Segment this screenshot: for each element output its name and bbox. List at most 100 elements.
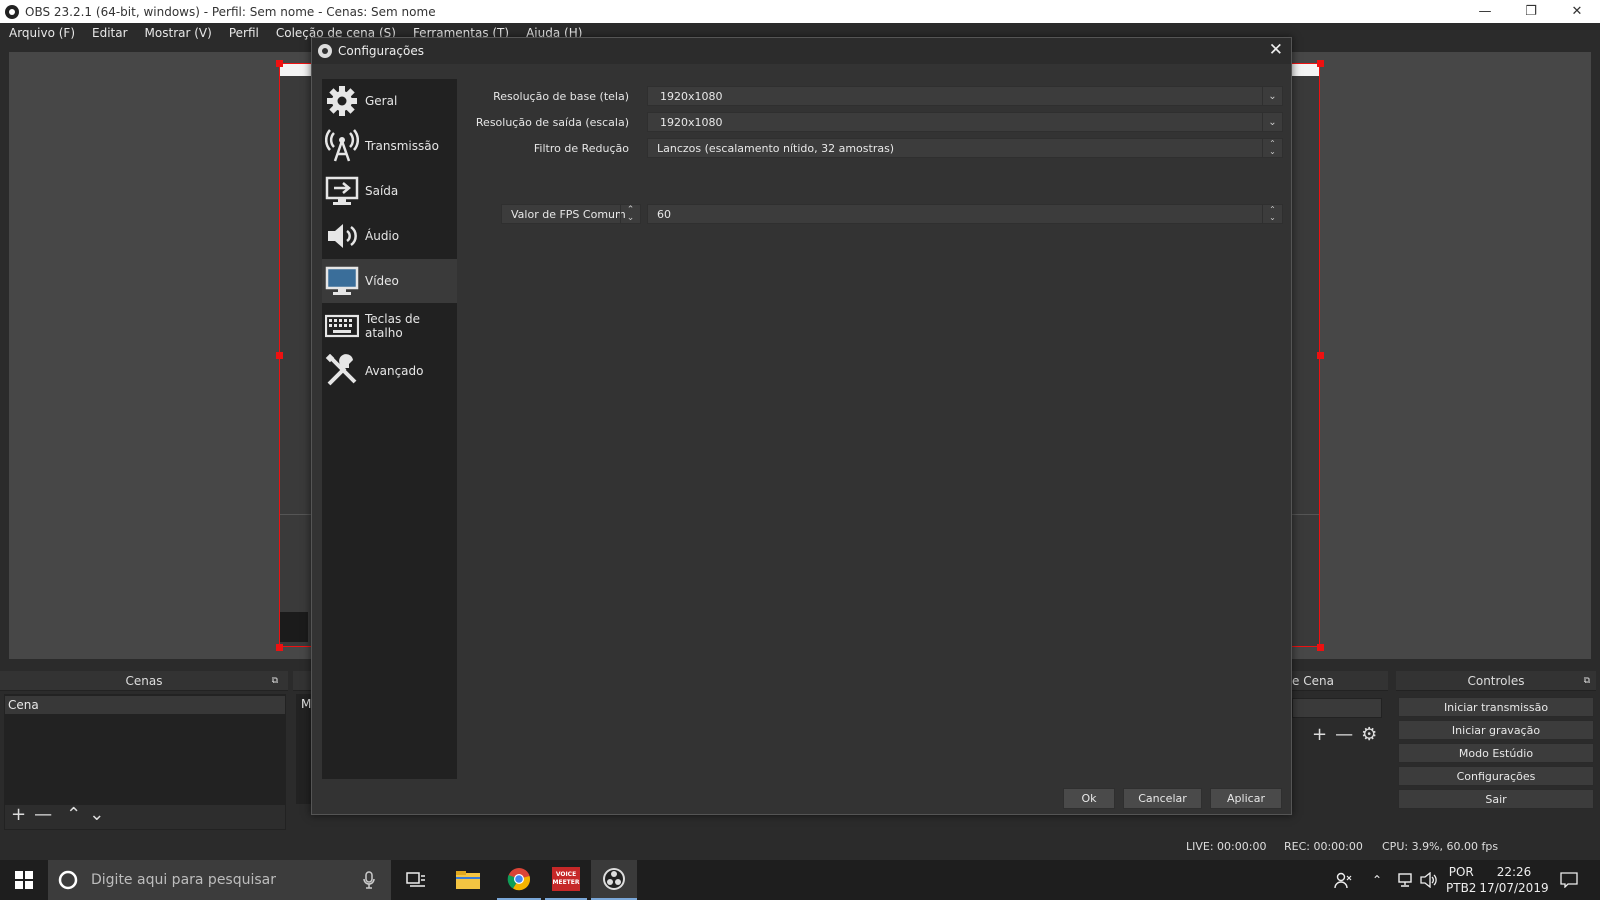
scene-item[interactable]: Cena: [5, 696, 285, 714]
close-button[interactable]: ✕: [1554, 0, 1600, 23]
nav-item-stream[interactable]: Transmissão: [322, 124, 457, 168]
start-button[interactable]: [0, 860, 48, 900]
dock-float-icon[interactable]: ⧉: [272, 676, 278, 686]
nav-item-advanced[interactable]: Avançado: [322, 349, 457, 393]
voicemeeter-icon[interactable]: VOICE MEETER: [545, 860, 587, 900]
exit-button[interactable]: Sair: [1398, 789, 1594, 809]
network-icon[interactable]: [1396, 860, 1414, 900]
search-placeholder: Digite aqui para pesquisar: [91, 872, 277, 888]
fps-type-select[interactable]: Valor de FPS Comum ⌃ ⌄: [501, 204, 641, 224]
gear-icon[interactable]: ⚙: [1361, 724, 1377, 745]
dock-float-icon[interactable]: ⧉: [1584, 676, 1590, 686]
dialog-title-bar: Configurações ✕: [312, 38, 1291, 64]
keyboard-icon: [325, 314, 359, 338]
downscale-filter-value: Lanczos (escalamento nítido, 32 amostras…: [657, 141, 895, 155]
notification-icon[interactable]: [1560, 860, 1578, 900]
people-icon[interactable]: [1334, 860, 1352, 900]
ok-button[interactable]: Ok: [1063, 788, 1115, 809]
add-scene-icon[interactable]: +: [11, 804, 26, 825]
nav-label: Transmissão: [365, 139, 439, 153]
base-resolution-select[interactable]: 1920x1080 ⌄: [647, 86, 1283, 106]
resize-handle-ml[interactable]: [276, 352, 283, 359]
base-resolution-value: 1920x1080: [660, 89, 723, 103]
nav-item-audio[interactable]: Áudio: [322, 214, 457, 258]
minimize-button[interactable]: —: [1462, 0, 1508, 23]
menu-file[interactable]: Arquivo (F): [9, 26, 75, 40]
remove-scene-icon[interactable]: —: [34, 804, 52, 825]
nav-label: Teclas de atalho: [365, 312, 421, 340]
language-indicator[interactable]: POR PTB2: [1446, 860, 1476, 900]
file-explorer-icon[interactable]: [448, 860, 488, 900]
updown-chevron-icon[interactable]: ⌃ ⌄: [620, 205, 640, 223]
transition-toolbar-icons: + — ⚙: [1312, 724, 1377, 745]
start-streaming-button[interactable]: Iniciar transmissão: [1398, 697, 1594, 717]
chevron-down-icon[interactable]: ⌄: [1262, 87, 1282, 105]
windows-logo-icon: [15, 871, 33, 889]
downscale-filter-select[interactable]: Lanczos (escalamento nítido, 32 amostras…: [647, 138, 1283, 158]
resize-handle-tl[interactable]: [276, 60, 283, 67]
studio-mode-button[interactable]: Modo Estúdio: [1398, 743, 1594, 763]
broadcast-antenna-icon: [325, 129, 359, 162]
remove-transition-icon[interactable]: —: [1335, 724, 1353, 745]
clock[interactable]: 22:26 17/07/2019: [1479, 860, 1548, 900]
resize-handle-br[interactable]: [1317, 644, 1324, 651]
add-transition-icon[interactable]: +: [1312, 724, 1327, 745]
chevron-down-icon[interactable]: ⌄: [1262, 113, 1282, 131]
chevron-up-icon[interactable]: ⌃: [1372, 860, 1382, 900]
resize-handle-bl[interactable]: [276, 644, 283, 651]
move-down-icon[interactable]: ⌄: [89, 804, 104, 825]
dialog-close-button[interactable]: ✕: [1269, 40, 1283, 60]
nested-start-icon: [280, 612, 308, 642]
transitions-dock-title: e Cena: [1290, 671, 1388, 691]
nav-label: Avançado: [365, 364, 424, 378]
nav-item-general[interactable]: Geral: [322, 79, 457, 123]
volume-icon[interactable]: [1420, 860, 1438, 900]
nav-item-video[interactable]: Vídeo: [322, 259, 457, 303]
settings-nav: Geral Transmissão Saída Áudio Vídeo Tecl…: [322, 79, 457, 779]
source-item[interactable]: M: [301, 697, 311, 711]
menu-edit[interactable]: Editar: [92, 26, 128, 40]
nav-label: Vídeo: [365, 274, 399, 288]
updown-chevron-icon[interactable]: ⌃ ⌄: [1262, 139, 1282, 157]
microphone-icon[interactable]: [363, 871, 375, 889]
output-resolution-label: Resolução de saída (escala): [475, 115, 629, 129]
menu-view[interactable]: Mostrar (V): [145, 26, 212, 40]
nav-item-hotkeys[interactable]: Teclas de atalho: [322, 304, 457, 348]
base-resolution-label: Resolução de base (tela): [493, 89, 629, 103]
nav-item-output[interactable]: Saída: [322, 169, 457, 213]
rec-status: REC: 00:00:00: [1284, 840, 1363, 853]
fps-value: 60: [657, 207, 671, 221]
menu-profile[interactable]: Perfil: [229, 26, 259, 40]
dialog-title: Configurações: [338, 44, 424, 58]
start-recording-button[interactable]: Iniciar gravação: [1398, 720, 1594, 740]
cancel-button[interactable]: Cancelar: [1123, 788, 1202, 809]
updown-chevron-icon[interactable]: ⌃ ⌄: [1262, 205, 1282, 223]
apply-button[interactable]: Aplicar: [1210, 788, 1282, 809]
fps-value-select[interactable]: 60 ⌃ ⌄: [647, 204, 1283, 224]
taskbar-search-box[interactable]: Digite aqui para pesquisar: [48, 860, 391, 900]
output-resolution-value: 1920x1080: [660, 115, 723, 129]
resize-handle-tr[interactable]: [1317, 60, 1324, 67]
obs-logo-icon: [318, 44, 332, 58]
windows-taskbar: Digite aqui para pesquisar VOICE MEETER: [0, 860, 1600, 900]
keyboard-layout: PTB2: [1446, 881, 1477, 895]
settings-button[interactable]: Configurações: [1398, 766, 1594, 786]
window-controls: — ❐ ✕: [1462, 0, 1600, 23]
move-up-icon[interactable]: ⌃: [66, 804, 81, 825]
chrome-icon[interactable]: [497, 860, 541, 900]
obs-logo-icon: [5, 4, 19, 19]
window-title: OBS 23.2.1 (64-bit, windows) - Perfil: S…: [25, 4, 436, 19]
maximize-button[interactable]: ❐: [1508, 0, 1554, 23]
obs-taskbar-icon[interactable]: [591, 860, 637, 900]
transitions-dock-label: e Cena: [1292, 673, 1334, 688]
main-title-bar: OBS 23.2.1 (64-bit, windows) - Perfil: S…: [0, 0, 1600, 23]
task-view-icon[interactable]: [401, 860, 431, 900]
transition-select[interactable]: [1292, 698, 1382, 718]
output-resolution-select[interactable]: 1920x1080 ⌄: [647, 112, 1283, 132]
nav-label: Geral: [365, 94, 398, 108]
cpu-status: CPU: 3.9%, 60.00 fps: [1382, 840, 1499, 853]
voicemeeter-label-1: VOICE: [555, 871, 577, 878]
live-status: LIVE: 00:00:00: [1186, 840, 1267, 853]
resize-handle-mr[interactable]: [1317, 352, 1324, 359]
settings-dialog: Configurações ✕ Geral Transmissão Saída …: [311, 37, 1292, 815]
